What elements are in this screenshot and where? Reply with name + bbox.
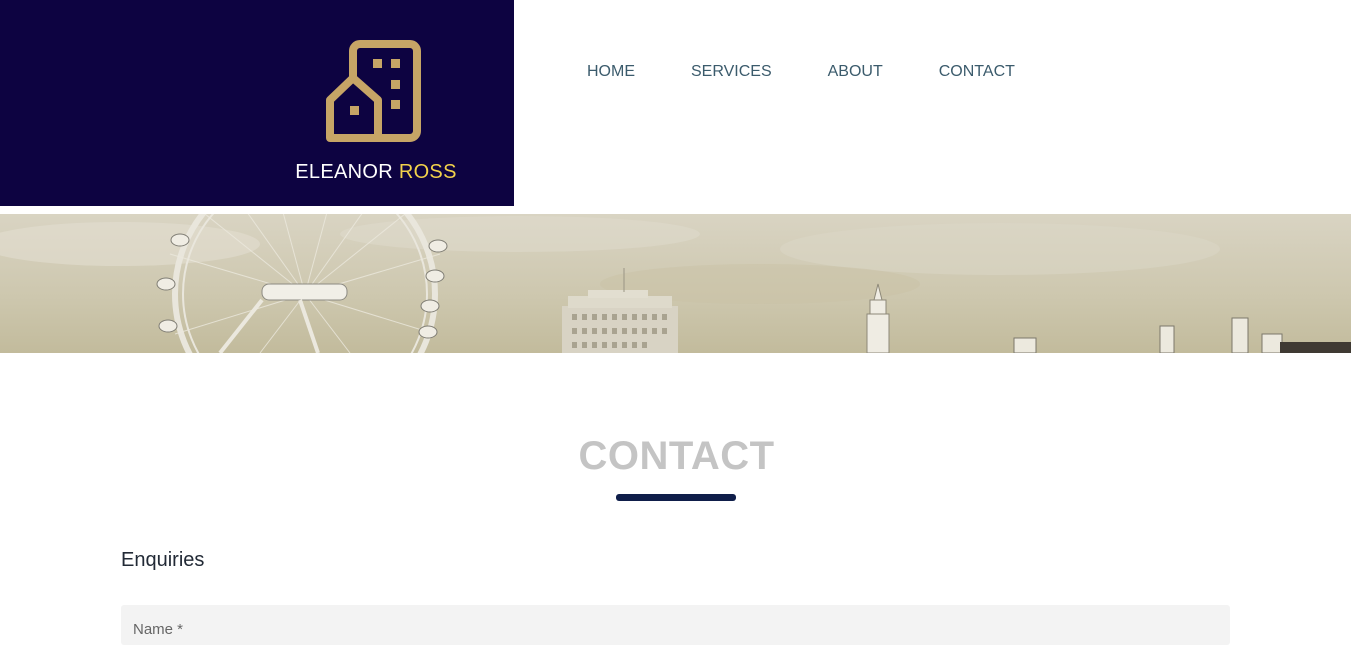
name-field[interactable] — [121, 605, 1230, 645]
site-header: ELEANOR ROSS HOME SERVICES ABOUT CONTACT — [0, 0, 1353, 214]
brand-name: ELEANOR ROSS — [0, 161, 752, 184]
main-nav: HOME SERVICES ABOUT CONTACT — [587, 62, 1071, 82]
london-skyline-image — [0, 214, 1351, 353]
enquiries-heading: Enquiries — [121, 549, 205, 571]
hero-banner — [0, 214, 1351, 353]
page-title: CONTACT — [578, 434, 775, 478]
nav-item-services[interactable]: SERVICES — [691, 62, 772, 82]
brand-first-name: ELEANOR — [295, 161, 393, 183]
title-underline-divider — [616, 494, 736, 501]
building-icon — [326, 40, 421, 142]
brand-last-name: ROSS — [398, 161, 457, 183]
nav-item-about[interactable]: ABOUT — [828, 62, 883, 82]
nav-item-home[interactable]: HOME — [587, 62, 635, 82]
nav-item-contact[interactable]: CONTACT — [939, 62, 1015, 82]
brand-block[interactable]: ELEANOR ROSS — [0, 0, 514, 206]
